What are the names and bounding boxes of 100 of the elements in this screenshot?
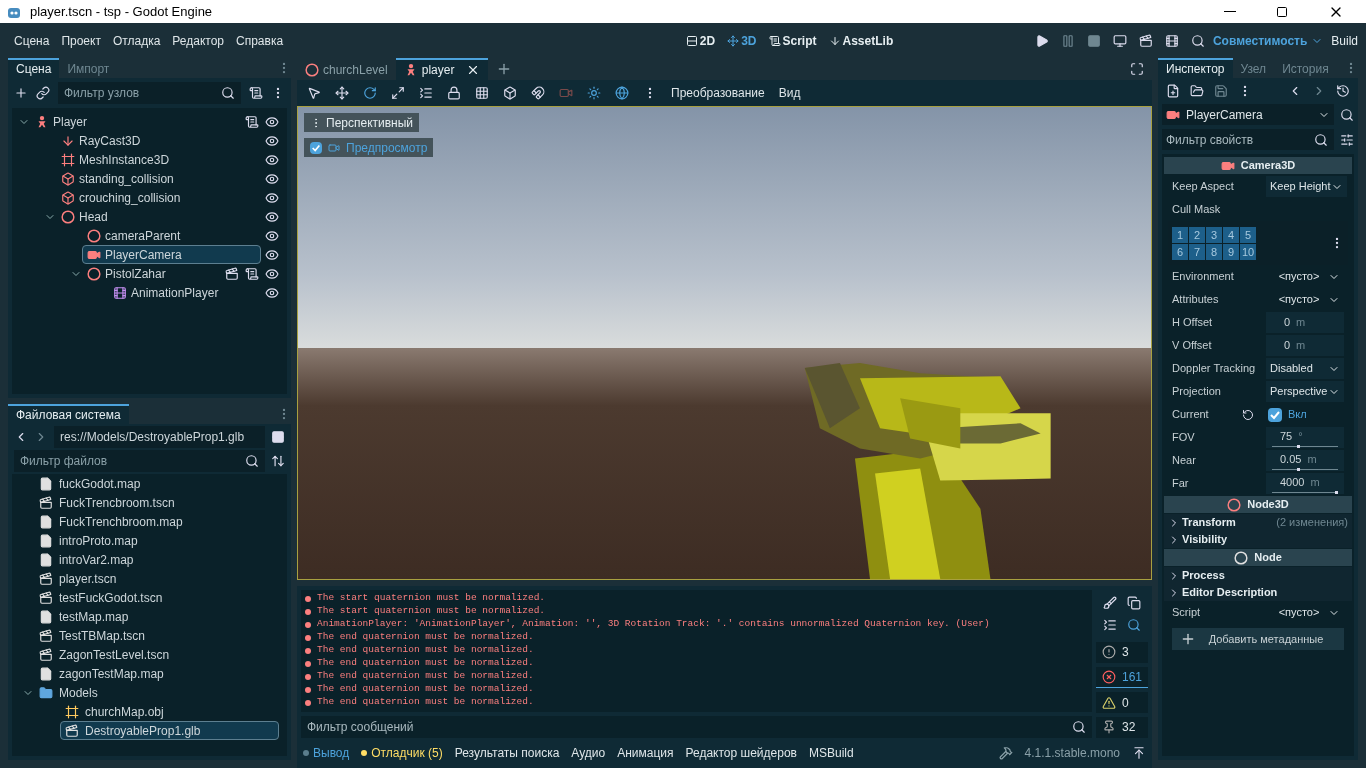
- build-button[interactable]: Build: [1331, 31, 1358, 50]
- cube-icon[interactable]: [503, 86, 517, 100]
- select-tool-icon[interactable]: [307, 86, 321, 100]
- settings-icon[interactable]: [1340, 132, 1354, 147]
- brush-icon[interactable]: [1103, 596, 1117, 610]
- tree-node[interactable]: RayCast3D: [56, 131, 261, 150]
- number-field[interactable]: 0 m: [1266, 312, 1344, 333]
- menu-item[interactable]: Отладка: [106, 31, 167, 50]
- layer-toggle[interactable]: 6: [1172, 243, 1188, 260]
- script-icon[interactable]: [249, 86, 263, 100]
- visibility-eye-icon[interactable]: [265, 114, 279, 129]
- tree-node[interactable]: Head: [56, 207, 261, 226]
- scene-tab[interactable]: player: [395, 58, 489, 80]
- visibility-eye-icon[interactable]: [265, 209, 279, 224]
- visibility-eye-icon[interactable]: [265, 266, 279, 281]
- tree-node[interactable]: cameraParent: [82, 226, 261, 245]
- message-counter[interactable]: 32: [1096, 717, 1148, 738]
- expand-panel-icon[interactable]: [1132, 746, 1146, 760]
- search-icon[interactable]: [1127, 618, 1141, 632]
- visibility-eye-icon[interactable]: [265, 171, 279, 186]
- file-item[interactable]: testMap.map: [34, 607, 279, 626]
- renderer-dropdown[interactable]: Совместимость: [1212, 31, 1324, 50]
- move-tool-icon[interactable]: [335, 86, 349, 100]
- dropdown[interactable]: Keep Height: [1266, 176, 1347, 197]
- file-item[interactable]: FuckTrenchbroom.map: [34, 512, 279, 531]
- dropdown[interactable]: Perspective: [1266, 381, 1344, 402]
- lock-icon[interactable]: [447, 86, 461, 100]
- slider-field[interactable]: 0.05 m: [1266, 450, 1344, 471]
- restore-icon[interactable]: [1276, 5, 1288, 18]
- bottom-panel-tab[interactable]: Редактор шейдеров: [685, 744, 797, 762]
- file-filter-field[interactable]: Фильтр файлов: [14, 450, 265, 472]
- play-icon[interactable]: [1034, 33, 1049, 48]
- revert-icon[interactable]: [1242, 408, 1254, 421]
- link-icon[interactable]: [36, 86, 50, 100]
- file-item[interactable]: FuckTrencbroom.tscn: [34, 493, 279, 512]
- file-item[interactable]: fuckGodot.map: [34, 474, 279, 493]
- workspace-tab[interactable]: 2D: [685, 31, 716, 50]
- layer-toggle[interactable]: 1: [1172, 226, 1188, 243]
- view-menu[interactable]: Вид: [778, 84, 801, 102]
- menu-item[interactable]: Справка: [230, 31, 290, 50]
- resource-picker[interactable]: <пусто>: [1266, 602, 1344, 623]
- message-counter[interactable]: 161: [1096, 667, 1148, 688]
- tree-node[interactable]: standing_collision: [56, 169, 261, 188]
- scale-tool-icon[interactable]: [391, 86, 405, 100]
- tree-node[interactable]: Player: [30, 112, 241, 131]
- group-icon[interactable]: [475, 86, 489, 100]
- dock-tab[interactable]: Сцена: [8, 58, 60, 78]
- bottom-panel-tab[interactable]: Отладчик (5): [361, 744, 443, 762]
- visibility-eye-icon[interactable]: [265, 190, 279, 205]
- add-node-icon[interactable]: [14, 86, 28, 100]
- file-item[interactable]: zagonTestMap.map: [34, 664, 279, 683]
- group-title[interactable]: Transform: [1182, 514, 1236, 531]
- monitor-icon[interactable]: [1112, 33, 1127, 48]
- file-item[interactable]: ZagonTestLevel.tscn: [34, 645, 279, 664]
- workspace-tab[interactable]: 3D: [727, 31, 757, 50]
- copy-icon[interactable]: [1127, 596, 1141, 610]
- file-item[interactable]: DestroyableProp1.glb: [60, 721, 279, 740]
- resource-picker[interactable]: <пусто>: [1266, 289, 1344, 310]
- slider-field[interactable]: 4000 m: [1266, 473, 1344, 494]
- message-filter-field[interactable]: Фильтр сообщений: [301, 716, 1092, 738]
- scene-tab[interactable]: churchLevel: [297, 58, 396, 80]
- number-field[interactable]: 0 m: [1266, 335, 1344, 356]
- bottom-panel-tab[interactable]: Вывод: [303, 744, 350, 762]
- visibility-eye-icon[interactable]: [265, 247, 279, 262]
- path-field[interactable]: res://Models/DestroyableProp1.glb: [54, 426, 265, 448]
- workspace-tab[interactable]: Script: [768, 31, 817, 50]
- file-item[interactable]: Models: [34, 683, 279, 702]
- file-item[interactable]: TestTBMap.tscn: [34, 626, 279, 645]
- visibility-eye-icon[interactable]: [265, 133, 279, 148]
- layer-toggle[interactable]: 10: [1240, 243, 1256, 260]
- menu-item[interactable]: Проект: [55, 31, 107, 50]
- menu-item[interactable]: Редактор: [166, 31, 230, 50]
- script-icon[interactable]: [245, 266, 259, 281]
- layer-toggle[interactable]: 4: [1223, 226, 1239, 243]
- file-item[interactable]: player.tscn: [34, 569, 279, 588]
- list-icon[interactable]: [419, 86, 433, 100]
- clapperboard-icon[interactable]: [225, 266, 239, 281]
- dropdown[interactable]: Disabled: [1266, 358, 1344, 379]
- property-filter-field[interactable]: Фильтр свойств: [1162, 129, 1334, 150]
- fullscreen-icon[interactable]: [1130, 62, 1144, 76]
- bottom-panel-tab[interactable]: Результаты поиска: [454, 744, 560, 762]
- file-item[interactable]: introVar2.map: [34, 550, 279, 569]
- sun-icon[interactable]: [587, 86, 601, 100]
- snap-icon[interactable]: [531, 86, 545, 100]
- save-icon[interactable]: [1214, 84, 1228, 98]
- file-item[interactable]: churchMap.obj: [60, 702, 279, 721]
- globe-icon[interactable]: [615, 86, 629, 100]
- rotate-tool-icon[interactable]: [363, 86, 377, 100]
- new-resource-icon[interactable]: [1166, 84, 1180, 98]
- resource-picker[interactable]: <пусто>: [1266, 266, 1344, 287]
- pause-icon[interactable]: [1060, 33, 1075, 48]
- file-item[interactable]: introProto.map: [34, 531, 279, 550]
- visibility-eye-icon[interactable]: [265, 285, 279, 300]
- layer-toggle[interactable]: 9: [1223, 243, 1239, 260]
- transform-menu[interactable]: Преобразование: [671, 84, 765, 102]
- tree-node[interactable]: crouching_collision: [56, 188, 261, 207]
- checkbox[interactable]: [310, 141, 322, 154]
- script-icon[interactable]: [245, 114, 259, 129]
- tree-node[interactable]: AnimationPlayer: [108, 283, 261, 302]
- add-metadata-button[interactable]: Добавить метаданные: [1172, 628, 1344, 650]
